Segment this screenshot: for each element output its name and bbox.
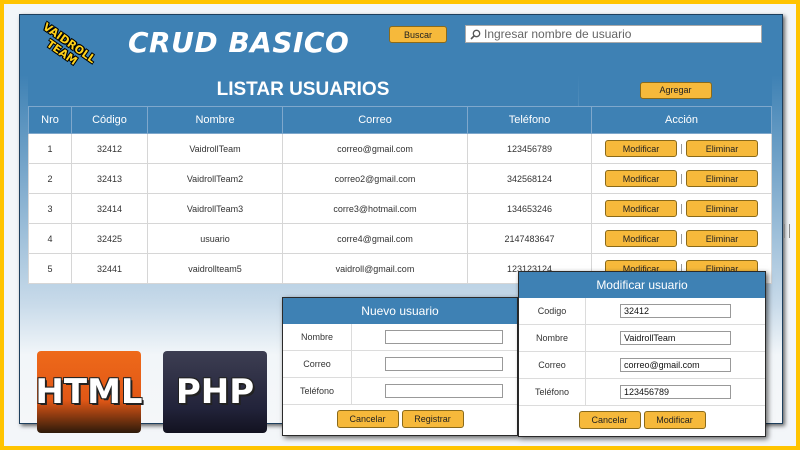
table-row: 4 32425 usuario corre4@gmail.com 2147483647 M…	[28, 223, 772, 254]
new-email-row: Correo	[283, 351, 517, 378]
add-user-button[interactable]: Agregar	[639, 81, 712, 99]
new-user-actions: Cancelar Registrar	[283, 405, 517, 433]
table-row: 1 32412 VaidrollTeam correo@gmail.com 123456…	[28, 133, 772, 164]
cell-telefono: 342568124	[467, 163, 592, 194]
cell-nro: 3	[28, 193, 72, 224]
list-title: LISTAR USUARIOS	[28, 73, 578, 107]
cell-nombre: usuario	[147, 223, 283, 254]
cell-nro: 2	[28, 163, 72, 194]
delete-row-button[interactable]: Eliminar	[686, 230, 758, 247]
mod-email-field[interactable]	[620, 358, 731, 372]
modify-row-button[interactable]: Modificar	[605, 140, 677, 157]
action-separator	[681, 143, 682, 154]
mod-email-label: Correo	[519, 352, 586, 378]
cell-telefono: 123456789	[467, 133, 592, 164]
cell-correo: corre4@gmail.com	[282, 223, 468, 254]
delete-row-button[interactable]: Eliminar	[686, 140, 758, 157]
mod-phone-label: Teléfono	[519, 379, 586, 405]
col-codigo: Código	[71, 106, 148, 134]
cell-correo: correo2@gmail.com	[282, 163, 468, 194]
register-button[interactable]: Registrar	[401, 410, 464, 428]
new-email-field[interactable]	[385, 357, 503, 371]
mod-name-row: Nombre	[519, 325, 765, 352]
cell-nombre: VaidrollTeam3	[147, 193, 283, 224]
search-button[interactable]: Buscar	[389, 26, 447, 43]
modify-user-title: Modificar usuario	[519, 272, 765, 298]
cell-nombre: vaidrollteam5	[147, 253, 283, 284]
col-nro: Nro	[28, 106, 72, 134]
modify-user-panel: Modificar usuario Codigo Nombre Correo T…	[518, 271, 766, 437]
modify-row-button[interactable]: Modificar	[605, 230, 677, 247]
cell-nombre: VaidrollTeam2	[147, 163, 283, 194]
html-badge: HTML	[35, 351, 143, 433]
mod-phone-row: Teléfono	[519, 379, 765, 406]
cell-codigo: 32413	[71, 163, 148, 194]
cell-nombre: VaidrollTeam	[147, 133, 283, 164]
magnifier-icon	[470, 29, 481, 40]
cell-nro: 5	[28, 253, 72, 284]
new-cancel-button[interactable]: Cancelar	[336, 410, 399, 428]
mod-name-field[interactable]	[620, 331, 731, 345]
users-table: Nro Código Nombre Correo Teléfono Acción…	[28, 106, 772, 284]
cell-nro: 1	[28, 133, 72, 164]
modify-row-button[interactable]: Modificar	[605, 170, 677, 187]
mod-cancel-button[interactable]: Cancelar	[578, 411, 641, 429]
action-header: Agregar	[579, 73, 772, 107]
new-user-title: Nuevo usuario	[283, 298, 517, 324]
new-phone-row: Teléfono	[283, 378, 517, 405]
mod-email-row: Correo	[519, 352, 765, 379]
cell-correo: vaidroll@gmail.com	[282, 253, 468, 284]
col-telefono: Teléfono	[467, 106, 592, 134]
new-phone-field[interactable]	[385, 384, 503, 398]
cell-nro: 4	[28, 223, 72, 254]
mod-phone-field[interactable]	[620, 385, 731, 399]
action-separator	[681, 173, 682, 184]
mod-code-field[interactable]	[620, 304, 731, 318]
new-email-label: Correo	[283, 351, 352, 377]
cell-telefono: 2147483647	[467, 223, 592, 254]
col-nombre: Nombre	[147, 106, 283, 134]
new-name-field[interactable]	[385, 330, 503, 344]
action-separator	[681, 203, 682, 214]
col-correo: Correo	[282, 106, 468, 134]
save-modify-button[interactable]: Modificar	[643, 411, 706, 429]
cell-correo: correo@gmail.com	[282, 133, 468, 164]
cell-codigo: 32441	[71, 253, 148, 284]
new-user-panel: Nuevo usuario Nombre Correo Teléfono Can…	[282, 297, 518, 436]
cell-actions: Modificar Eliminar	[591, 193, 772, 224]
col-accion: Acción	[591, 106, 772, 134]
cell-codigo: 32414	[71, 193, 148, 224]
search-placeholder: Ingresar nombre de usuario	[484, 27, 632, 41]
table-row: 3 32414 VaidrollTeam3 corre3@hotmail.com 134…	[28, 193, 772, 224]
new-name-row: Nombre	[283, 324, 517, 351]
new-name-label: Nombre	[283, 324, 352, 350]
cell-actions: Modificar Eliminar	[591, 163, 772, 194]
page-title: CRUD BASICO	[128, 26, 350, 59]
table-header-row: Nro Código Nombre Correo Teléfono Acción	[28, 106, 772, 134]
php-badge: PHP	[163, 351, 267, 433]
cell-actions: Modificar Eliminar	[591, 133, 772, 164]
mod-name-label: Nombre	[519, 325, 586, 351]
modify-user-actions: Cancelar Modificar	[519, 406, 765, 434]
cell-actions: Modificar Eliminar	[591, 223, 772, 254]
cell-telefono: 134653246	[467, 193, 592, 224]
cell-codigo: 32425	[71, 223, 148, 254]
mod-code-label: Codigo	[519, 298, 586, 324]
delete-row-button[interactable]: Eliminar	[686, 200, 758, 217]
new-phone-label: Teléfono	[283, 378, 352, 404]
table-row: 2 32413 VaidrollTeam2 correo2@gmail.com 3425…	[28, 163, 772, 194]
scrollbar-handle[interactable]	[784, 224, 790, 238]
cell-codigo: 32412	[71, 133, 148, 164]
delete-row-button[interactable]: Eliminar	[686, 170, 758, 187]
action-separator	[681, 233, 682, 244]
cell-correo: corre3@hotmail.com	[282, 193, 468, 224]
modify-row-button[interactable]: Modificar	[605, 200, 677, 217]
search-input[interactable]: Ingresar nombre de usuario	[465, 25, 762, 43]
mod-code-row: Codigo	[519, 298, 765, 325]
